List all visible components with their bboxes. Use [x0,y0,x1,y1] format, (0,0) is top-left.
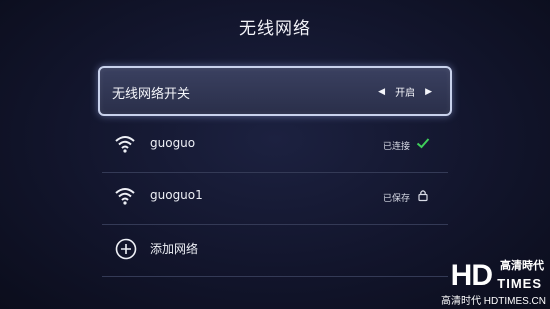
arrow-right-icon[interactable]: ▶ [425,87,432,97]
add-network-label: 添加网络 [150,242,199,256]
network-item[interactable]: guoguo 已连接 [102,120,448,173]
wifi-toggle-row[interactable]: 无线网络开关 ◀ 开启 ▶ [98,66,452,116]
wifi-icon [115,188,135,205]
watermark-chinese: 高清時代 [500,259,544,272]
wifi-toggle-value: 开启 [395,88,416,99]
network-name: guoguo1 [150,188,203,202]
add-network-item[interactable]: 添加网络 [102,224,448,277]
wifi-toggle-control[interactable]: ◀ 开启 ▶ [378,84,432,100]
add-circle-icon [115,238,137,260]
network-name: guoguo [150,136,196,150]
network-status: 已保存 [382,194,410,204]
page-title: 无线网络 [239,19,311,39]
network-item[interactable]: guoguo1 已保存 [102,172,448,225]
lock-icon [418,190,428,202]
network-status: 已连接 [382,142,410,152]
watermark-logo: HD [450,259,493,292]
watermark-url: 高清时代 HDTIMES.CN [441,296,546,307]
watermark-times: TIMES [497,276,542,291]
check-icon [416,138,430,149]
wifi-icon [115,136,135,153]
arrow-left-icon[interactable]: ◀ [378,87,385,97]
wifi-toggle-label: 无线网络开关 [112,87,191,102]
